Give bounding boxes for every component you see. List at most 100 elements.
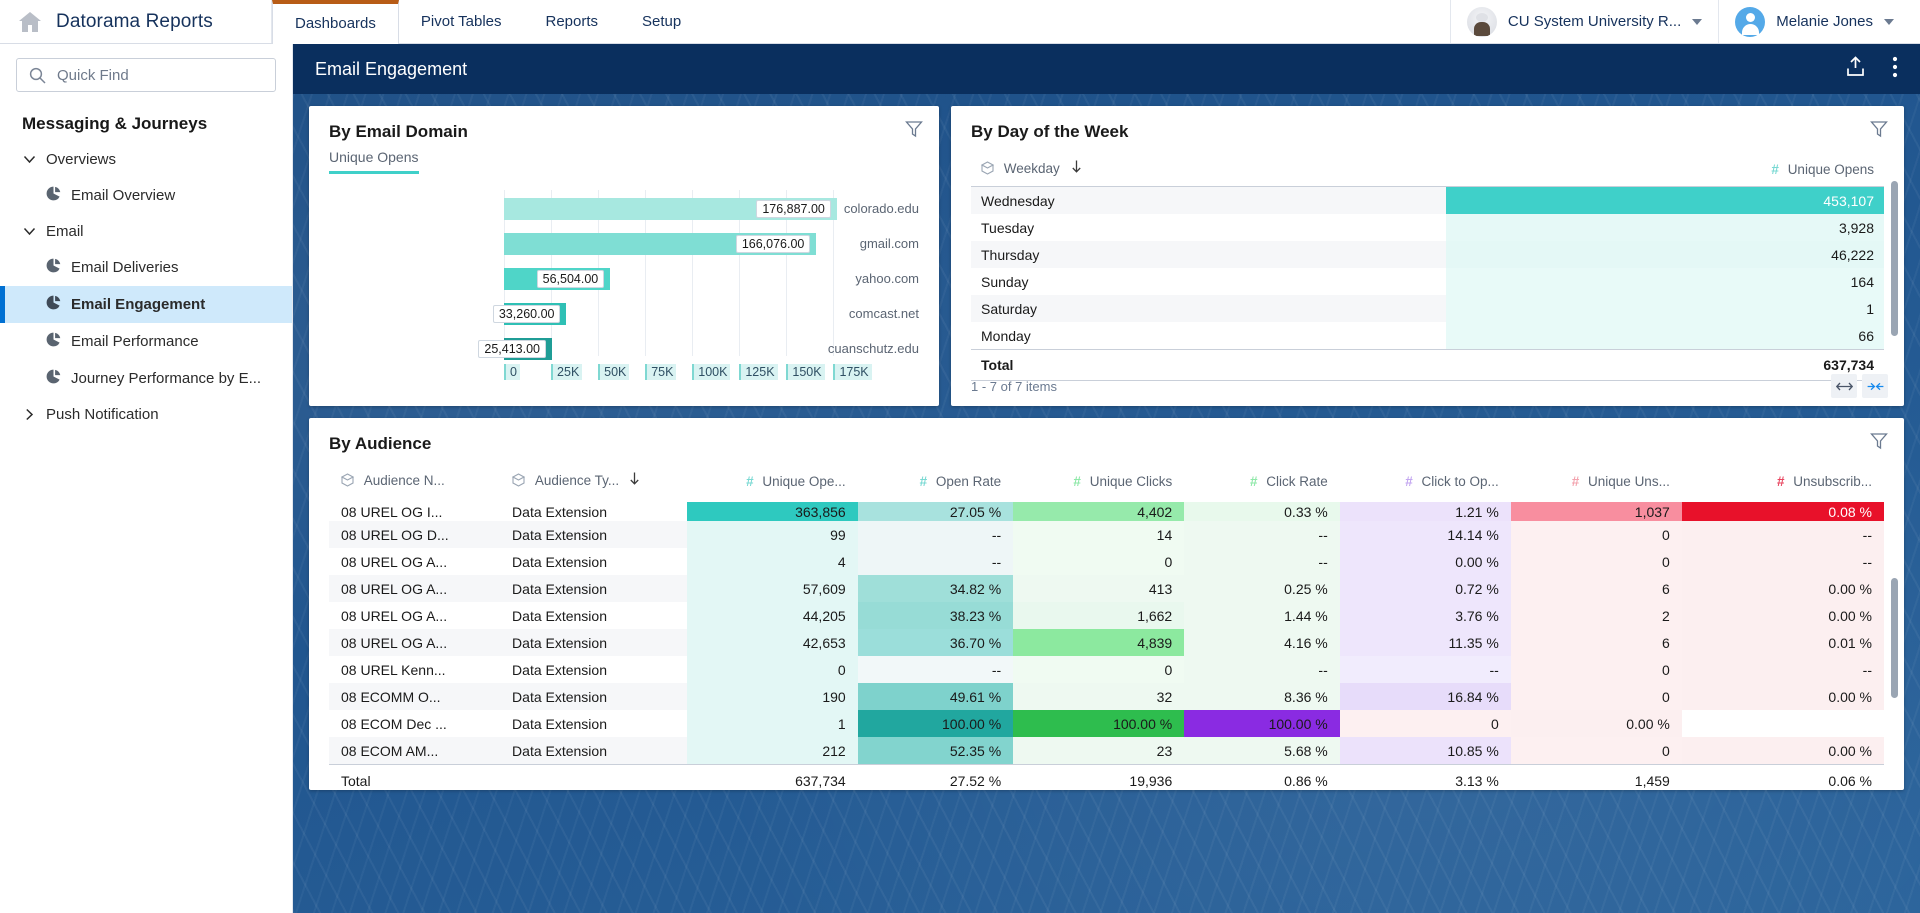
- nav-tabs: Dashboards Pivot Tables Reports Setup: [272, 0, 703, 43]
- filter-icon[interactable]: [905, 120, 923, 143]
- column-header-unique-opens[interactable]: # Unique Ope...: [687, 462, 858, 502]
- cell-click-rate: --: [1184, 656, 1340, 683]
- cell-click-to-open: 11.35 %: [1340, 629, 1511, 656]
- table-by-audience: Audience N... Audience Ty...: [329, 462, 1884, 790]
- sort-desc-icon: [629, 473, 640, 488]
- table-row[interactable]: Tuesday 3,928: [971, 214, 1884, 241]
- table-vertical-scrollbar[interactable]: [1891, 578, 1898, 698]
- share-icon[interactable]: [1845, 56, 1866, 82]
- table-row[interactable]: 08 UREL OG A... Data Extension 42,653 36…: [329, 629, 1884, 656]
- sidebar-item-email-deliveries[interactable]: Email Deliveries: [0, 249, 292, 286]
- sidebar-item-email-overview[interactable]: Email Overview: [0, 177, 292, 214]
- cell-audience-type: Data Extension: [500, 602, 687, 629]
- table-row[interactable]: Thursday 46,222: [971, 241, 1884, 268]
- sidebar-item-email-engagement-label: Email Engagement: [71, 296, 205, 313]
- column-header-audience-type[interactable]: Audience Ty...: [500, 462, 687, 502]
- sidebar-group-overviews[interactable]: Overviews: [0, 142, 292, 177]
- cell-click-rate: 4.16 %: [1184, 629, 1340, 656]
- collapse-columns-button[interactable]: [1862, 374, 1888, 398]
- dashboard-icon: [46, 258, 61, 277]
- column-header-unique-unsubscribes[interactable]: # Unique Uns...: [1511, 462, 1682, 502]
- table-row[interactable]: Monday 66: [971, 322, 1884, 350]
- cell-unsubscribe-rate: --: [1682, 521, 1884, 548]
- table-footer-buttons: [1831, 374, 1888, 398]
- column-header-unique-clicks[interactable]: # Unique Clicks: [1013, 462, 1184, 502]
- sidebar: Messaging & Journeys Overviews Email Ove…: [0, 44, 293, 913]
- bar[interactable]: 56,504.00: [504, 268, 610, 290]
- sidebar-item-journey-performance[interactable]: Journey Performance by E...: [0, 360, 292, 397]
- cell-unsubscribe-rate: 0.00 %: [1682, 737, 1884, 765]
- column-header-unique-opens[interactable]: # Unique Opens: [1446, 152, 1884, 187]
- org-switcher[interactable]: CU System University R...: [1450, 0, 1718, 43]
- table-row[interactable]: 08 ECOM AM... Data Extension 212 52.35 %…: [329, 737, 1884, 765]
- table-row[interactable]: 08 UREL OG A... Data Extension 4 -- 0 --…: [329, 548, 1884, 575]
- table-row[interactable]: Wednesday 453,107: [971, 187, 1884, 215]
- table-row[interactable]: 08 UREL OG D... Data Extension 99 -- 14 …: [329, 521, 1884, 548]
- axis-tick-label: 150K: [786, 364, 824, 380]
- cell-unique-opens: 0: [687, 656, 858, 683]
- column-header-unique-opens-label: Unique Ope...: [762, 474, 845, 489]
- column-header-weekday[interactable]: Weekday: [971, 152, 1446, 187]
- cell-unique-opens: 4: [687, 548, 858, 575]
- bar[interactable]: 33,260.00: [504, 303, 566, 325]
- tab-dashboards[interactable]: Dashboards: [272, 0, 399, 43]
- search-input[interactable]: [17, 59, 275, 91]
- total-spacer: [500, 765, 687, 791]
- sidebar-item-email-engagement[interactable]: Email Engagement: [0, 286, 292, 323]
- tab-pivot-tables[interactable]: Pivot Tables: [399, 0, 524, 43]
- cell-audience-type: Data Extension: [500, 575, 687, 602]
- cell-click-rate: 0.33 %: [1184, 502, 1340, 521]
- tab-reports[interactable]: Reports: [524, 0, 621, 43]
- chevron-down-icon: [1692, 19, 1702, 25]
- chevron-right-icon: [22, 408, 36, 421]
- total-label: Total: [329, 765, 500, 791]
- more-options-icon[interactable]: [1892, 56, 1898, 83]
- table-row[interactable]: 08 UREL OG I... Data Extension 363,856 2…: [329, 502, 1884, 521]
- tab-setup[interactable]: Setup: [620, 0, 703, 43]
- cell-audience-type: Data Extension: [500, 710, 687, 737]
- axis-tick-label: 0: [504, 364, 520, 380]
- top-navigation-right: CU System University R... Melanie Jones: [1450, 0, 1920, 43]
- cell-unique-clicks: 4,839: [1013, 629, 1184, 656]
- axis-tick-label: 75K: [645, 364, 676, 380]
- brand-home-link[interactable]: Datorama Reports: [0, 0, 272, 43]
- table-vertical-scrollbar[interactable]: [1891, 181, 1898, 336]
- total-unique-unsubscribes: 1,459: [1511, 765, 1682, 791]
- column-header-open-rate[interactable]: # Open Rate: [858, 462, 1014, 502]
- cell-unique-opens: 99: [687, 521, 858, 548]
- column-header-click-to-open[interactable]: # Click to Op...: [1340, 462, 1511, 502]
- table-row[interactable]: 08 ECOM Dec ... Data Extension 1 100.00 …: [329, 710, 1884, 737]
- sidebar-group-email[interactable]: Email: [0, 214, 292, 249]
- table-row[interactable]: 08 ECOMM O... Data Extension 190 49.61 %…: [329, 683, 1884, 710]
- expand-columns-button[interactable]: [1831, 374, 1857, 398]
- chevron-down-icon: [22, 227, 36, 236]
- bar[interactable]: 25,413.00: [504, 338, 552, 360]
- table-row[interactable]: 08 UREL OG A... Data Extension 57,609 34…: [329, 575, 1884, 602]
- metric-icon: #: [1777, 474, 1785, 489]
- cell-unique-unsubscribes: 0: [1511, 521, 1682, 548]
- column-header-unsubscribe-rate[interactable]: # Unsubscrib...: [1682, 462, 1884, 502]
- filter-icon[interactable]: [1870, 120, 1888, 143]
- sidebar-item-email-overview-label: Email Overview: [71, 187, 175, 204]
- table-row[interactable]: 08 UREL OG A... Data Extension 44,205 38…: [329, 602, 1884, 629]
- metric-icon: #: [1250, 474, 1258, 489]
- table-row[interactable]: Sunday 164: [971, 268, 1884, 295]
- chevron-down-icon: [1884, 19, 1894, 25]
- user-menu[interactable]: Melanie Jones: [1718, 0, 1920, 43]
- home-icon: [18, 11, 42, 33]
- sidebar-group-push-notification[interactable]: Push Notification: [0, 397, 292, 432]
- cell-unsubscribe-rate: --: [1682, 656, 1884, 683]
- metric-tab-unique-opens[interactable]: Unique Opens: [329, 149, 419, 174]
- table-row[interactable]: 08 UREL Kenn... Data Extension 0 -- 0 --…: [329, 656, 1884, 683]
- sidebar-item-email-performance[interactable]: Email Performance: [0, 323, 292, 360]
- bar-value-label: 25,413.00: [478, 340, 546, 358]
- cell-audience-type: Data Extension: [500, 548, 687, 575]
- filter-icon[interactable]: [1870, 432, 1888, 455]
- column-header-audience-name[interactable]: Audience N...: [329, 462, 500, 502]
- metric-icon: #: [1405, 474, 1413, 489]
- cell-unique-clicks: 32: [1013, 683, 1184, 710]
- column-header-click-rate[interactable]: # Click Rate: [1184, 462, 1340, 502]
- table-row[interactable]: Saturday 1: [971, 295, 1884, 322]
- chevron-down-icon: [22, 155, 36, 164]
- quick-find-box[interactable]: [16, 58, 276, 92]
